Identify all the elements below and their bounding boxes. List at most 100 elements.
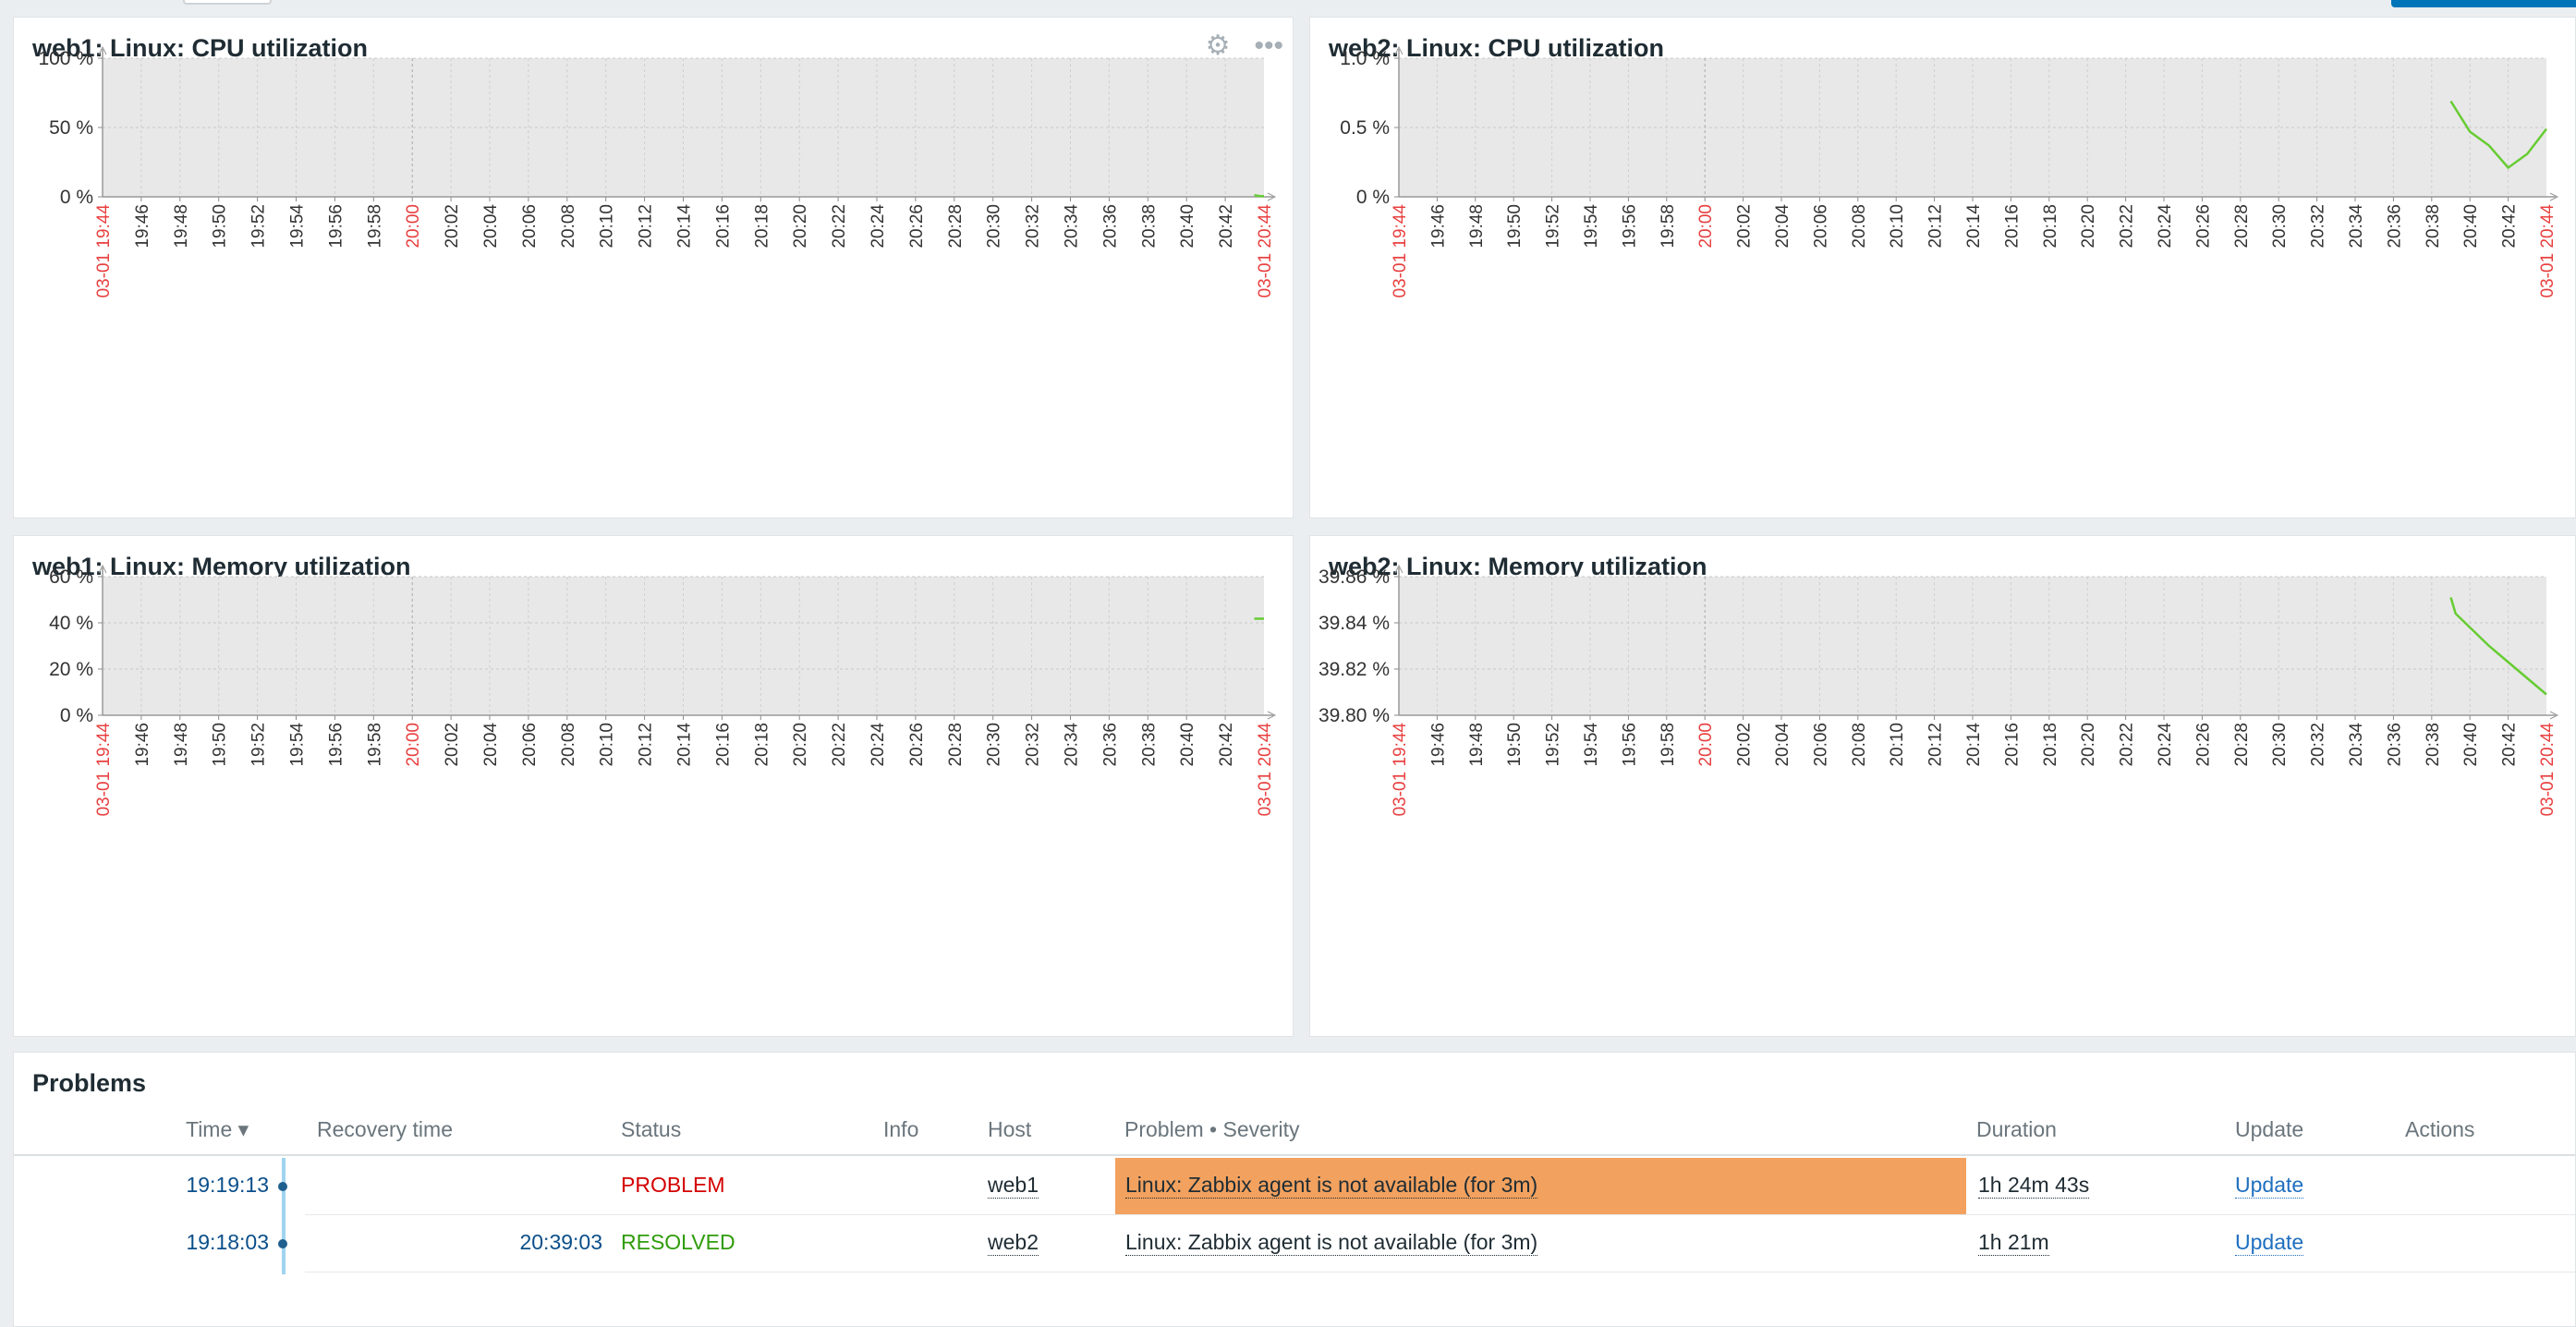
chart-web1-memory: 0 % 20 % 40 % 60 % 19:46 19:48 19:50 19:52 19:54… xyxy=(49,564,1277,817)
x-tick-label: 19:46 xyxy=(1428,723,1448,767)
x-tick-label: 20:36 xyxy=(1100,204,1120,249)
status-label: PROBLEM xyxy=(621,1173,725,1197)
x-tick-label: 20:20 xyxy=(2079,204,2098,249)
x-tick-label: 20:18 xyxy=(752,204,772,249)
x-tick-label: 20:02 xyxy=(1735,204,1755,249)
x-tick-label: 20:28 xyxy=(2232,204,2252,249)
x-edge-label: 03-01 20:44 xyxy=(2538,723,2558,817)
x-tick-label: 20:00 xyxy=(404,204,423,249)
x-edge-label: 03-01 20:44 xyxy=(1256,204,1275,298)
x-tick-label: 19:54 xyxy=(1582,723,1601,767)
x-tick-label: 20:08 xyxy=(559,723,578,767)
col-host[interactable]: Host xyxy=(988,1117,1031,1142)
x-tick-label: 20:20 xyxy=(2079,723,2098,767)
x-tick-label: 20:40 xyxy=(1178,204,1197,249)
graph-widget-web1-memory: web1: Linux: Memory utilization 0 % 20 % 4… xyxy=(13,535,1294,1037)
col-problem-severity[interactable]: Problem • Severity xyxy=(1124,1117,1300,1142)
header-divider xyxy=(14,1154,2575,1156)
problem-name[interactable]: Linux: Zabbix agent is not available (fo… xyxy=(1125,1230,1538,1256)
x-tick-label: 19:50 xyxy=(211,723,230,767)
x-tick-label: 20:32 xyxy=(2309,204,2328,249)
y-tick-label: 39.86 % xyxy=(1318,566,1390,588)
col-time[interactable]: Time ▾ xyxy=(186,1117,249,1142)
x-tick-label: 19:56 xyxy=(326,204,346,249)
host-link[interactable]: web1 xyxy=(988,1173,1039,1199)
x-tick-label: 20:10 xyxy=(598,723,617,767)
x-tick-label: 20:10 xyxy=(1888,204,1907,249)
x-tick-label: 20:10 xyxy=(598,204,617,249)
x-tick-label: 20:34 xyxy=(2347,204,2366,249)
x-tick-label: 20:22 xyxy=(830,204,849,249)
x-tick-label: 20:40 xyxy=(2461,723,2481,767)
problem-time[interactable]: 19:19:13 xyxy=(84,1173,269,1198)
x-tick-label: 20:28 xyxy=(946,204,966,249)
y-tick-label: 0 % xyxy=(1356,187,1390,208)
chart-web1-cpu: 0 % 50 % 100 % 19:46 19:48 19:50 19:52 19:54 19:… xyxy=(38,45,1277,298)
x-tick-label: 20:02 xyxy=(443,204,462,249)
x-tick-label: 20:12 xyxy=(1926,723,1946,767)
x-tick-label: 19:48 xyxy=(1467,204,1487,249)
host-link[interactable]: web2 xyxy=(988,1230,1039,1256)
y-tick-label: 1.0 % xyxy=(1340,48,1390,69)
x-tick-label: 20:02 xyxy=(1735,723,1755,767)
x-tick-label: 19:50 xyxy=(1505,723,1525,767)
x-tick-label: 20:16 xyxy=(2002,723,2022,767)
x-tick-label: 20:32 xyxy=(1024,723,1043,767)
top-action-button-fragment[interactable] xyxy=(2391,0,2576,7)
x-tick-label: 20:24 xyxy=(869,723,888,767)
x-tick-label: 20:32 xyxy=(1024,204,1043,249)
x-tick-label: 20:18 xyxy=(2041,204,2060,249)
col-recovery-time[interactable]: Recovery time xyxy=(317,1117,453,1142)
recovery-time[interactable]: 20:39:03 xyxy=(418,1230,602,1255)
x-tick-label: 20:08 xyxy=(1850,204,1869,249)
x-tick-label: 20:14 xyxy=(675,204,695,249)
x-tick-label: 20:38 xyxy=(2424,723,2443,767)
x-tick-label: 19:46 xyxy=(133,723,152,767)
x-tick-label: 20:30 xyxy=(985,723,1004,767)
y-tick-label: 39.80 % xyxy=(1318,705,1390,726)
widget-title: Problems xyxy=(32,1069,147,1097)
x-tick-label: 20:14 xyxy=(675,723,695,767)
x-tick-label: 20:28 xyxy=(946,723,966,767)
x-tick-label: 20:42 xyxy=(1217,204,1236,249)
col-update: Update xyxy=(2235,1117,2304,1141)
x-tick-label: 19:48 xyxy=(172,204,191,249)
x-tick-label: 20:36 xyxy=(1100,723,1120,767)
problem-name[interactable]: Linux: Zabbix agent is not available (fo… xyxy=(1125,1173,1538,1199)
x-tick-label: 20:26 xyxy=(2193,723,2213,767)
x-edge-label: 03-01 19:44 xyxy=(94,723,114,817)
table-row: 19:18:03 20:39:03 RESOLVED web2 Linux: Z… xyxy=(14,1215,2575,1272)
x-tick-label: 20:06 xyxy=(520,723,540,767)
x-tick-label: 19:58 xyxy=(365,204,384,249)
x-tick-label: 19:54 xyxy=(288,723,308,767)
chart-web2-memory: 39.80 % 39.82 % 39.84 % 39.86 % 19:46 19:48 19… xyxy=(1318,564,2559,817)
x-tick-label: 20:08 xyxy=(1850,723,1869,767)
x-tick-label: 20:06 xyxy=(1811,723,1830,767)
status-label: RESOLVED xyxy=(621,1230,735,1254)
top-tab-fragment[interactable] xyxy=(183,0,272,5)
update-link[interactable]: Update xyxy=(2235,1173,2304,1199)
x-edge-label: 03-01 19:44 xyxy=(1391,723,1410,817)
timeline-dot xyxy=(278,1239,287,1248)
x-tick-label: 19:54 xyxy=(288,204,308,249)
col-status[interactable]: Status xyxy=(621,1117,681,1142)
x-tick-label: 20:22 xyxy=(830,723,849,767)
x-tick-label: 20:12 xyxy=(1926,204,1946,249)
x-tick-label: 20:04 xyxy=(1773,723,1792,767)
x-tick-label: 20:00 xyxy=(404,723,423,767)
problem-time[interactable]: 19:18:03 xyxy=(84,1230,269,1255)
x-tick-label: 19:52 xyxy=(1544,723,1563,767)
x-tick-label: 20:30 xyxy=(2270,723,2290,767)
x-tick-label: 20:38 xyxy=(1139,204,1159,249)
table-row: 19:19:13 PROBLEM web1 Linux: Zabbix agen… xyxy=(14,1158,2575,1215)
x-tick-label: 20:34 xyxy=(1063,723,1082,767)
x-tick-label: 19:52 xyxy=(249,204,269,249)
x-tick-label: 20:40 xyxy=(1178,723,1197,767)
x-tick-label: 19:58 xyxy=(1659,204,1678,249)
x-tick-label: 20:20 xyxy=(791,204,810,249)
update-link[interactable]: Update xyxy=(2235,1230,2304,1256)
x-tick-label: 20:42 xyxy=(2500,723,2520,767)
y-tick-label: 39.84 % xyxy=(1318,613,1390,634)
x-tick-label: 19:46 xyxy=(133,204,152,249)
x-tick-label: 19:58 xyxy=(1659,723,1678,767)
